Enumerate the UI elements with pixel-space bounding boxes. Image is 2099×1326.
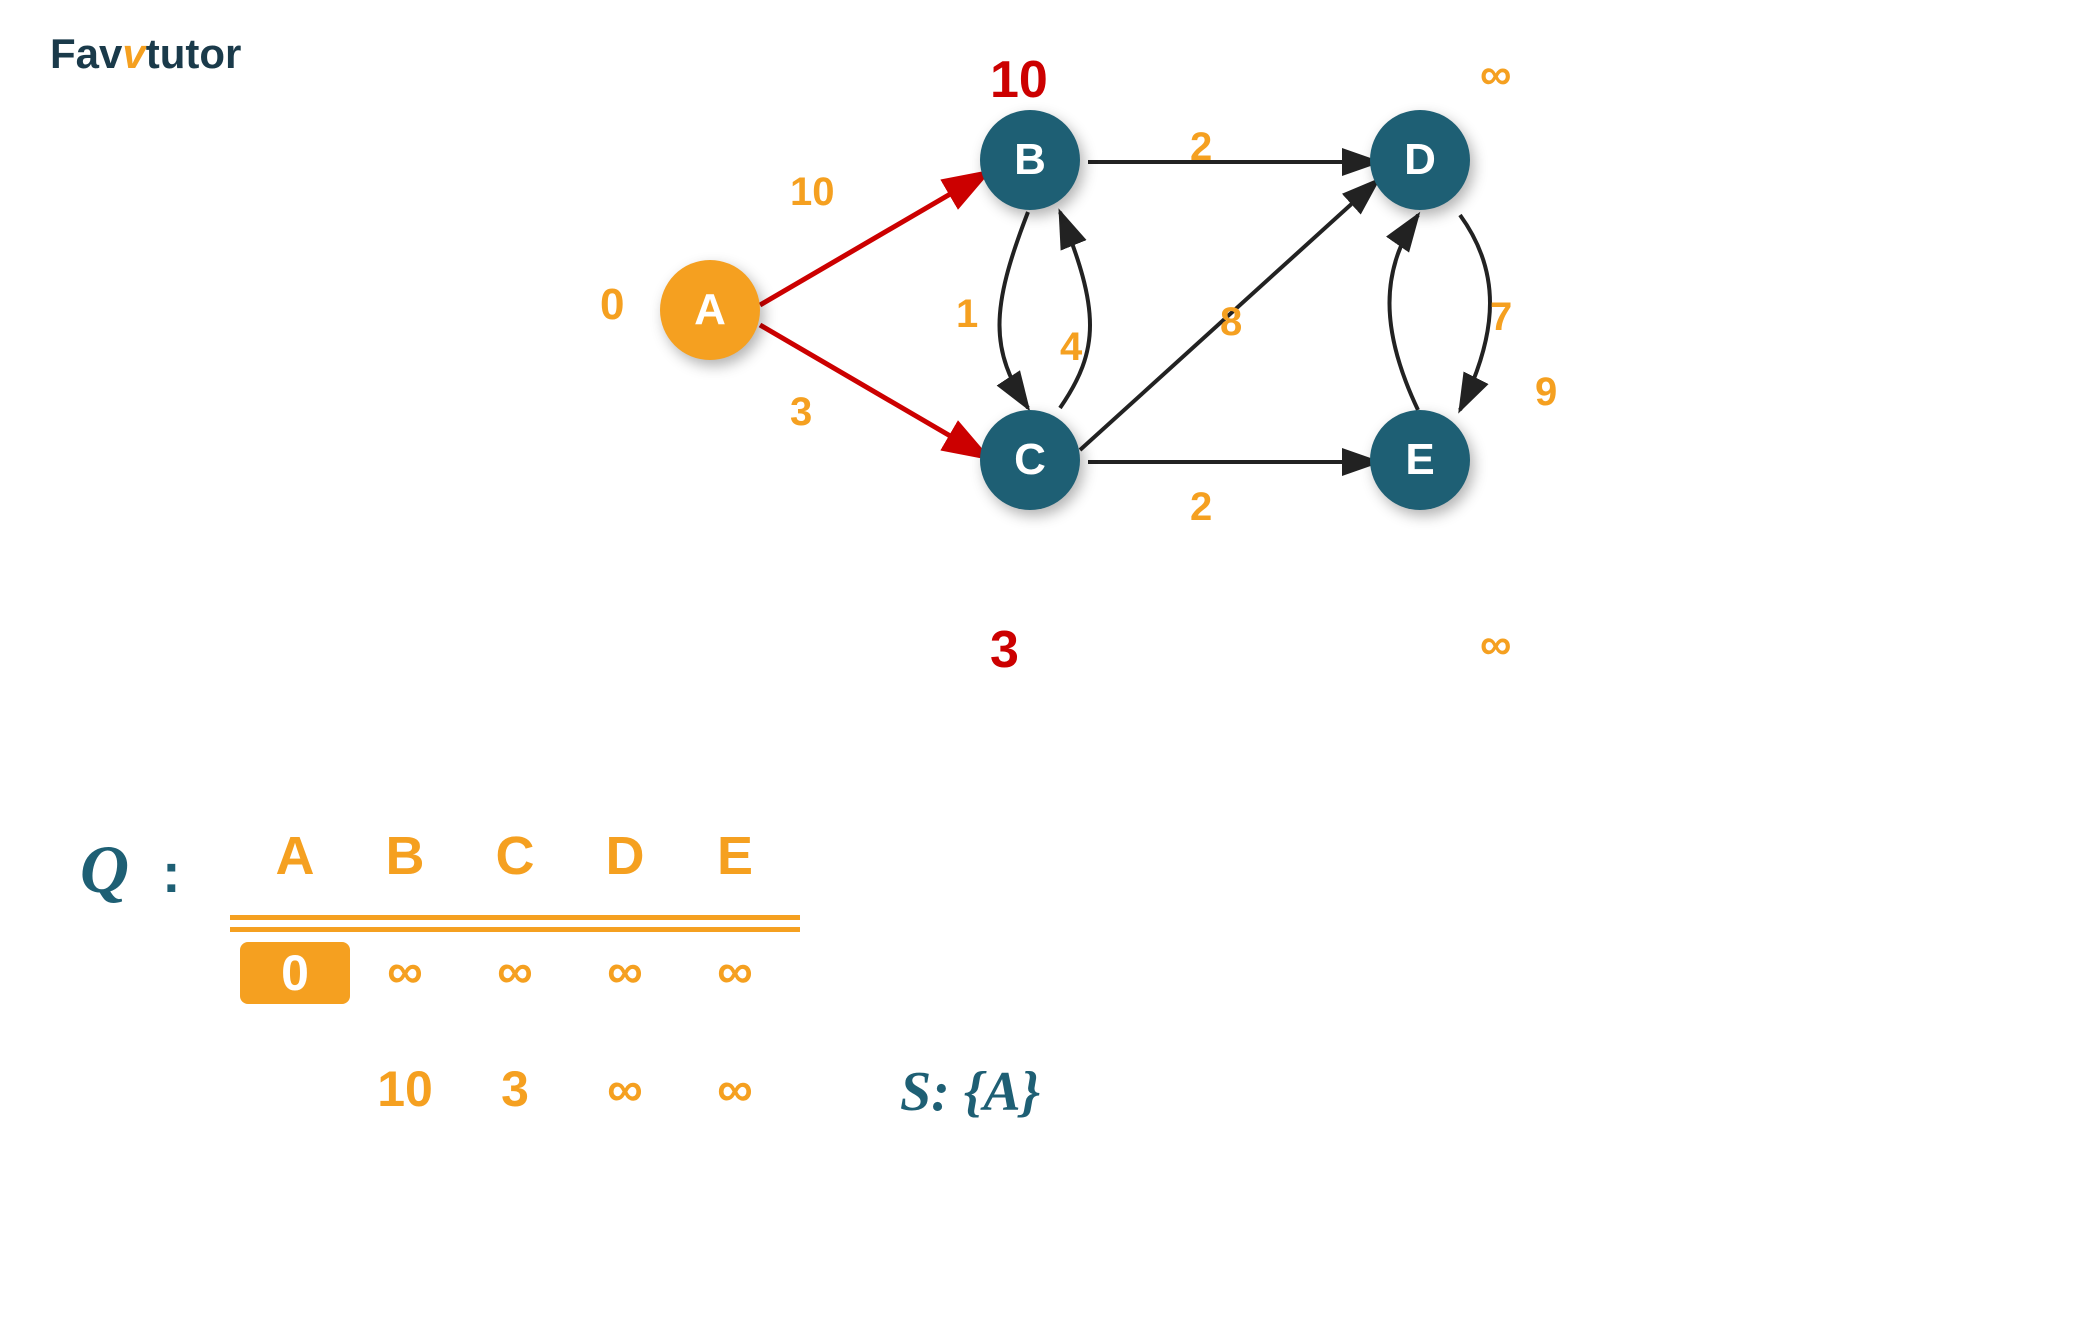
node-E: E [1370,410,1470,510]
table-cell-A-r1: 0 [240,942,350,1004]
table-cell-B-r1: ∞ [350,942,460,1004]
edge-weight-CD: 8 [1220,300,1242,345]
dist-D: ∞ [1480,50,1511,100]
table-header-E: E [680,825,790,887]
node-D-label: D [1404,135,1436,185]
table-row-2: 10 3 ∞ ∞ [240,1060,790,1118]
logo: Favvtutor [50,30,241,78]
table-line-bottom [230,927,800,932]
edge-weight-AB: 10 [790,170,835,215]
dist-B: 10 [990,50,1048,110]
dist-C: 3 [990,620,1019,680]
node-A: A [660,260,760,360]
table-cell-D-r1: ∞ [570,942,680,1004]
table-cell-C-r1: ∞ [460,942,570,1004]
edge-weight-BD: 2 [1190,125,1212,170]
dist-A: 0 [600,280,624,330]
table-cell-D-r2: ∞ [570,1060,680,1118]
node-C-label: C [1014,435,1046,485]
table-header-A: A [240,825,350,887]
node-D: D [1370,110,1470,210]
table-header-D: D [570,825,680,887]
table-headers: A B C D E [240,825,790,887]
edge-weight-AC: 3 [790,390,812,435]
node-E-label: E [1405,435,1434,485]
table-header-B: B [350,825,460,887]
table-cell-E-r1: ∞ [680,942,790,1004]
table-cell-B-r2: 10 [350,1060,460,1118]
edge-weight-CE: 2 [1190,485,1212,530]
edge-weight-CB: 4 [1060,325,1082,370]
edge-weight-BC: 1 [956,292,978,337]
node-C: C [980,410,1080,510]
edge-weight-ED: 7 [1490,295,1512,340]
node-B-label: B [1014,135,1046,185]
graph-area: A B C D E 0 10 3 ∞ ∞ 10 3 2 1 4 8 2 7 9 [400,30,2000,780]
edge-weight-DE: 9 [1535,370,1557,415]
dist-E: ∞ [1480,620,1511,670]
table-cell-A-r2 [240,1060,350,1118]
logo-tutor: tutor [146,30,242,77]
table-line-top [230,915,800,920]
table-header-C: C [460,825,570,887]
s-set-label: S: {A} [900,1060,1040,1124]
table-q-label: Q [80,830,129,909]
node-A-label: A [694,285,726,335]
table-cell-E-r2: ∞ [680,1060,790,1118]
table-row-1: 0 ∞ ∞ ∞ ∞ [240,942,790,1004]
logo-v: v [122,30,145,77]
logo-fav: Fav [50,30,122,77]
node-B: B [980,110,1080,210]
table-colon: : [162,840,181,905]
table-cell-C-r2: 3 [460,1060,570,1118]
